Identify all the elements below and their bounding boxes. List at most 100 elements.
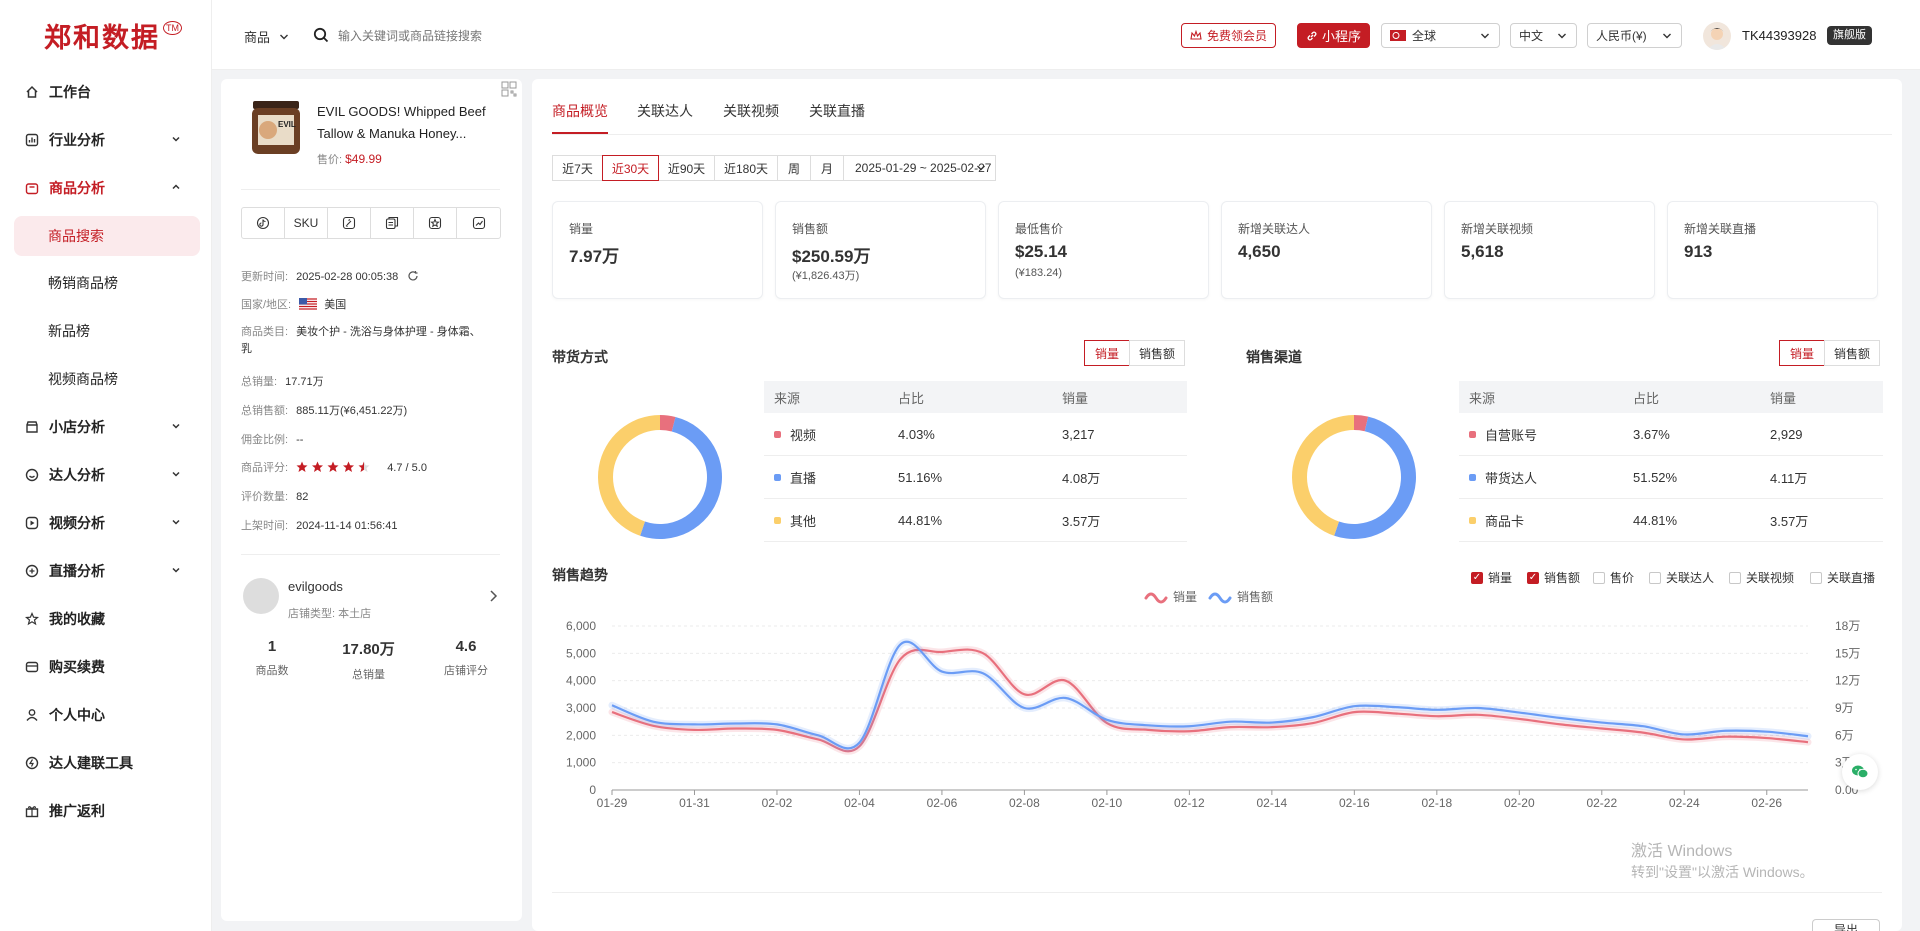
channel-toggle-sales[interactable]: 销量 [1779, 340, 1825, 366]
kpi-label: 新增关联直播 [1684, 222, 1757, 236]
y-right-tick-label: 9万 [1835, 701, 1854, 715]
sidebar-item-purchase[interactable]: 购买续费 [14, 647, 200, 687]
logo-text: 郑和数据 [44, 22, 160, 54]
product-title[interactable]: EVIL GOODS! Whipped Beef Tallow & Manuka… [317, 101, 486, 145]
chevron-down-icon [172, 136, 180, 142]
sidebar-item-workbench[interactable]: 工作台 [14, 72, 200, 112]
export-button[interactable]: 导出 [1812, 919, 1880, 931]
chart-icon[interactable] [457, 208, 500, 238]
sidebar-item-product-search[interactable]: 商品搜索 [14, 216, 200, 256]
qr-code-icon[interactable] [501, 81, 517, 97]
search-type-select[interactable]: 商品 [244, 27, 290, 46]
y-left-tick-label: 5,000 [566, 646, 596, 660]
checkbox-checked-icon: ✓ [1471, 571, 1483, 584]
sidebar-item-favorites[interactable]: 我的收藏 [14, 599, 200, 639]
sidebar-item-product-analysis[interactable]: 商品分析 [14, 168, 200, 208]
search-icon[interactable] [313, 27, 329, 43]
donut-slice[interactable] [1292, 415, 1354, 536]
sidebar-item-outreach-tool[interactable]: 达人建联工具 [14, 743, 200, 783]
product-image[interactable]: EVIL [248, 97, 304, 159]
legend-label[interactable]: 销量 [1173, 590, 1197, 604]
checkbox-icon [1810, 571, 1822, 584]
chevron-right-icon[interactable] [487, 589, 499, 603]
series-check-influencers[interactable]: 关联达人 [1649, 569, 1714, 586]
bring-toggle-gmv[interactable]: 销售额 [1129, 340, 1185, 366]
bring-toggle-sales[interactable]: 销量 [1084, 340, 1130, 366]
sku-button[interactable]: SKU [285, 208, 328, 238]
range-90d[interactable]: 近90天 [658, 155, 715, 181]
series-check-lives[interactable]: 关联直播 [1810, 569, 1875, 586]
star-icon [24, 611, 40, 627]
avatar[interactable] [1703, 22, 1731, 50]
channel-toggle-gmv[interactable]: 销售额 [1824, 340, 1880, 366]
sidebar-item-live-analysis[interactable]: 直播分析 [14, 551, 200, 591]
range-week[interactable]: 周 [777, 155, 811, 181]
info-value: 4.7 / 5.0 [387, 462, 427, 474]
sidebar-item-profile[interactable]: 个人中心 [14, 695, 200, 735]
sidebar-item-influencer-analysis[interactable]: 达人分析 [14, 455, 200, 495]
currency-select[interactable]: 人民币(¥) [1587, 23, 1682, 48]
sidebar-item-rebate[interactable]: 推广返利 [14, 791, 200, 831]
sidebar-item-video-analysis[interactable]: 视频分析 [14, 503, 200, 543]
sidebar-item-industry[interactable]: 行业分析 [14, 120, 200, 160]
kpi-value: 7.97万 [569, 247, 620, 266]
shop-avatar[interactable] [243, 578, 279, 614]
region-select[interactable]: 全球 [1381, 23, 1500, 48]
series-check-sales[interactable]: ✓ 销量 [1471, 569, 1512, 586]
donut-slice[interactable] [1334, 416, 1416, 539]
free-vip-label: 免费领会员 [1207, 29, 1268, 43]
sidebar-item-video-products[interactable]: 视频商品榜 [14, 359, 200, 399]
language-select[interactable]: 中文 [1510, 23, 1577, 48]
donut-slice[interactable] [598, 415, 660, 536]
range-180d[interactable]: 近180天 [714, 155, 778, 181]
row-pct: 3.67% [1633, 426, 1670, 442]
column-header: 销量 [1062, 390, 1089, 406]
sidebar-item-bestseller[interactable]: 畅销商品榜 [14, 263, 200, 303]
shop-stat-label: 总销量 [352, 669, 385, 681]
tiktok-icon[interactable] [242, 208, 285, 238]
kpi-value: 913 [1684, 242, 1713, 261]
mini-program-button[interactable]: 小程序 [1297, 23, 1371, 48]
search-input[interactable] [338, 23, 858, 49]
username[interactable]: TK44393928 [1742, 28, 1816, 43]
sidebar-item-new-products[interactable]: 新品榜 [14, 311, 200, 351]
kpi-card-new-lives: 新增关联直播 913 [1667, 201, 1878, 299]
date-range-picker[interactable]: 2025-01-29 ~ 2025-02-27 [843, 155, 996, 181]
sidebar-item-shop-analysis[interactable]: 小店分析 [14, 407, 200, 447]
legend-dot [1469, 473, 1476, 481]
y-right-tick-label: 6万 [1835, 728, 1854, 742]
watermark-line: 激活 Windows [1631, 843, 1733, 860]
x-tick-label: 02-14 [1257, 796, 1288, 810]
shop-icon[interactable] [414, 208, 457, 238]
range-month[interactable]: 月 [810, 155, 844, 181]
checkbox-checked-icon: ✓ [1527, 571, 1539, 584]
info-value: 82 [296, 491, 309, 503]
copy-icon[interactable] [371, 208, 414, 238]
logo[interactable]: 郑和数据 TM [0, 0, 211, 70]
refresh-icon[interactable] [407, 270, 419, 282]
free-vip-button[interactable]: 免费领会员 [1181, 23, 1277, 48]
tab-influencers[interactable]: 关联达人 [637, 101, 693, 121]
row-pct: 4.03% [898, 426, 935, 442]
range-30d[interactable]: 近30天 [602, 155, 659, 181]
shop-name[interactable]: evilgoods [288, 579, 343, 594]
sidebar-item-label: 新品榜 [48, 323, 90, 339]
tab-videos[interactable]: 关联视频 [723, 101, 779, 121]
series-check-videos[interactable]: 关联视频 [1729, 569, 1794, 586]
mini-program-label: 小程序 [1322, 29, 1362, 44]
donut-slice[interactable] [640, 416, 722, 539]
series-check-gmv[interactable]: ✓ 销售额 [1527, 569, 1580, 586]
tab-overview[interactable]: 商品概览 [552, 101, 608, 121]
range-7d[interactable]: 近7天 [552, 155, 603, 181]
link-icon[interactable] [328, 208, 371, 238]
x-tick-label: 02-04 [844, 796, 875, 810]
legend-label[interactable]: 销售额 [1237, 589, 1273, 604]
x-tick-label: 02-18 [1421, 796, 1452, 810]
info-value: 2024-11-14 01:56:41 [296, 520, 398, 532]
tab-lives[interactable]: 关联直播 [809, 101, 865, 121]
product-price: 售价: $49.99 [317, 151, 382, 167]
sidebar-item-label: 商品分析 [49, 180, 105, 196]
series-check-price[interactable]: 售价 [1593, 569, 1634, 586]
country: 国家/地区: 美国 [241, 296, 346, 312]
wechat-float-button[interactable] [1842, 754, 1878, 790]
